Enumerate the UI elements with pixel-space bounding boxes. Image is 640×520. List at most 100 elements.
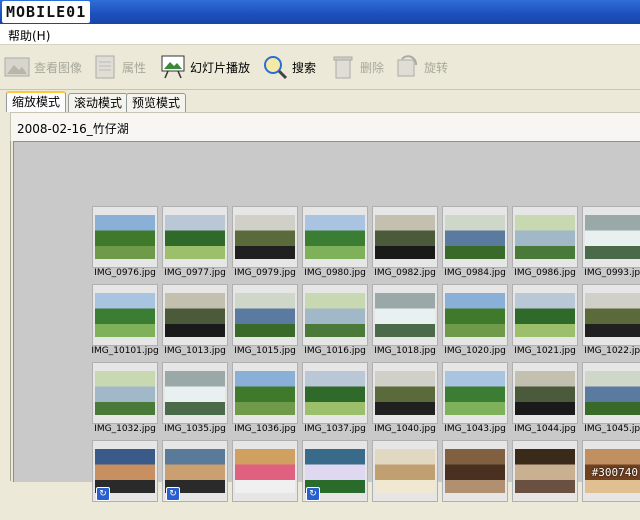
tab-preview-mode[interactable]: 预览模式	[126, 93, 187, 112]
thumbnail-item[interactable]	[372, 440, 438, 520]
thumbnail-item[interactable]: IMG_1035.jpg	[162, 362, 228, 442]
tab-zoom-mode[interactable]: 缩放模式	[6, 91, 67, 114]
toolbar: 查看图像 属性 幻灯片播放 搜索 删除 旋转	[0, 45, 640, 90]
thumbnail-item[interactable]: IMG_0980.jpg	[302, 206, 368, 286]
thumbnail-filename: IMG_1037.jpg	[304, 424, 366, 434]
thumbnail-frame	[442, 362, 508, 424]
thumbnail-frame	[512, 206, 578, 268]
left-panel-edge	[0, 112, 11, 481]
thumbnail-frame	[232, 362, 298, 424]
thumbnail-image	[445, 215, 505, 259]
thumbnail-item[interactable]: IMG_10101.jpg	[91, 284, 159, 364]
thumbnail-item[interactable]	[512, 440, 578, 520]
thumbnail-image	[445, 371, 505, 415]
thumbnail-filename: IMG_0976.jpg	[94, 268, 156, 278]
properties-label: 属性	[122, 60, 147, 75]
thumbnail-image	[305, 371, 365, 415]
thumbnail-image	[375, 293, 435, 337]
thumbnail-item[interactable]: IMG_1016.jpg	[302, 284, 368, 364]
thumbnail-item[interactable]	[582, 440, 640, 520]
menu-bar: 帮助(H)	[0, 24, 640, 45]
thumbnail-item[interactable]: IMG_0982.jpg	[372, 206, 438, 286]
thumbnail-image	[165, 215, 225, 259]
search-button[interactable]: 搜索	[262, 53, 316, 81]
delete-button[interactable]: 删除	[330, 53, 384, 81]
thumbnail-frame	[302, 284, 368, 346]
thumbnail-item[interactable]: IMG_0984.jpg	[442, 206, 508, 286]
folder-path: 2008-02-16_竹仔湖	[17, 122, 129, 136]
thumbnail-item[interactable]: IMG_0979.jpg	[232, 206, 298, 286]
rotate-badge-icon: ↻	[96, 487, 110, 501]
image-icon	[4, 55, 30, 79]
thumbnail-image	[585, 293, 640, 337]
thumbnail-image	[235, 371, 295, 415]
rotate-button[interactable]: 旋转	[394, 53, 448, 81]
thumbnail-item[interactable]: IMG_1036.jpg	[232, 362, 298, 442]
slideshow-button[interactable]: 幻灯片播放	[160, 53, 250, 81]
thumbnail-item[interactable]: IMG_1013.jpg	[162, 284, 228, 364]
thumbnail-filename: IMG_1018.jpg	[374, 346, 436, 356]
folder-path-bar: 2008-02-16_竹仔湖	[10, 112, 640, 141]
thumbnail-filename: IMG_1032.jpg	[94, 424, 156, 434]
thumbnail-filename: IMG_0980.jpg	[304, 268, 366, 278]
thumbnail-image	[95, 371, 155, 415]
thumbnail-image	[585, 215, 640, 259]
thumbnail-item[interactable]: IMG_0993.jpg	[582, 206, 640, 286]
thumbnail-frame	[372, 362, 438, 424]
thumbnail-frame	[512, 362, 578, 424]
thumbnail-image	[235, 293, 295, 337]
watermark: #300740	[591, 466, 638, 479]
thumbnail-filename: IMG_1045.jpg	[584, 424, 640, 434]
thumbnail-item[interactable]: IMG_1037.jpg	[302, 362, 368, 442]
thumbnail-frame: ↻	[302, 440, 368, 502]
thumbnail-grid: IMG_0976.jpg IMG_0977.jpg IMG_0979.jpg IMG_…	[13, 141, 640, 502]
thumbnail-item[interactable]: ↻	[162, 440, 228, 520]
thumbnail-item[interactable]: IMG_1022.jpg	[582, 284, 640, 364]
thumbnail-item[interactable]: IMG_1015.jpg	[232, 284, 298, 364]
thumbnail-item[interactable]: IMG_0986.jpg	[512, 206, 578, 286]
menu-help[interactable]: 帮助(H)	[8, 27, 50, 44]
thumbnail-filename: IMG_1021.jpg	[514, 346, 576, 356]
thumbnail-image	[165, 293, 225, 337]
thumbnail-item[interactable]: IMG_1040.jpg	[372, 362, 438, 442]
thumbnail-item[interactable]	[232, 440, 298, 520]
thumbnail-frame	[512, 440, 578, 502]
thumbnail-item[interactable]: IMG_0977.jpg	[162, 206, 228, 286]
thumbnail-item[interactable]: IMG_1044.jpg	[512, 362, 578, 442]
thumbnail-item[interactable]: IMG_1045.jpg	[582, 362, 640, 442]
thumbnail-image	[305, 293, 365, 337]
thumbnail-image	[95, 215, 155, 259]
thumbnail-filename: IMG_0986.jpg	[514, 268, 576, 278]
thumbnail-image	[95, 293, 155, 337]
thumbnail-item[interactable]: IMG_1043.jpg	[442, 362, 508, 442]
tab-scroll-mode[interactable]: 滚动模式	[68, 93, 129, 112]
thumbnail-filename: IMG_1020.jpg	[444, 346, 506, 356]
slideshow-label: 幻灯片播放	[190, 60, 251, 75]
thumbnail-frame	[442, 284, 508, 346]
thumbnail-item[interactable]: ↻	[92, 440, 158, 520]
thumbnail-item[interactable]: ↻	[302, 440, 368, 520]
thumbnail-filename: IMG_0993.jpg	[584, 268, 640, 278]
thumbnail-image	[585, 371, 640, 415]
thumbnail-frame	[372, 206, 438, 268]
thumbnail-item[interactable]: IMG_1020.jpg	[442, 284, 508, 364]
thumbnail-filename: IMG_1036.jpg	[234, 424, 296, 434]
thumbnail-image	[515, 449, 575, 493]
thumbnail-item[interactable]: IMG_1032.jpg	[92, 362, 158, 442]
thumbnail-filename: IMG_1013.jpg	[164, 346, 226, 356]
delete-label: 删除	[360, 60, 385, 75]
thumbnail-item[interactable]: IMG_1018.jpg	[372, 284, 438, 364]
thumbnail-item[interactable]	[442, 440, 508, 520]
thumbnail-frame: ↻	[162, 440, 228, 502]
thumbnail-frame	[372, 284, 438, 346]
thumbnail-image	[445, 293, 505, 337]
thumbnail-item[interactable]: IMG_1021.jpg	[512, 284, 578, 364]
thumbnail-frame	[372, 440, 438, 502]
properties-button[interactable]: 属性	[92, 53, 146, 81]
thumbnail-frame	[442, 206, 508, 268]
thumbnail-frame	[582, 206, 640, 268]
rotate-label: 旋转	[424, 60, 449, 75]
view-image-button[interactable]: 查看图像	[4, 53, 82, 81]
thumbnail-image	[445, 449, 505, 493]
thumbnail-item[interactable]: IMG_0976.jpg	[92, 206, 158, 286]
